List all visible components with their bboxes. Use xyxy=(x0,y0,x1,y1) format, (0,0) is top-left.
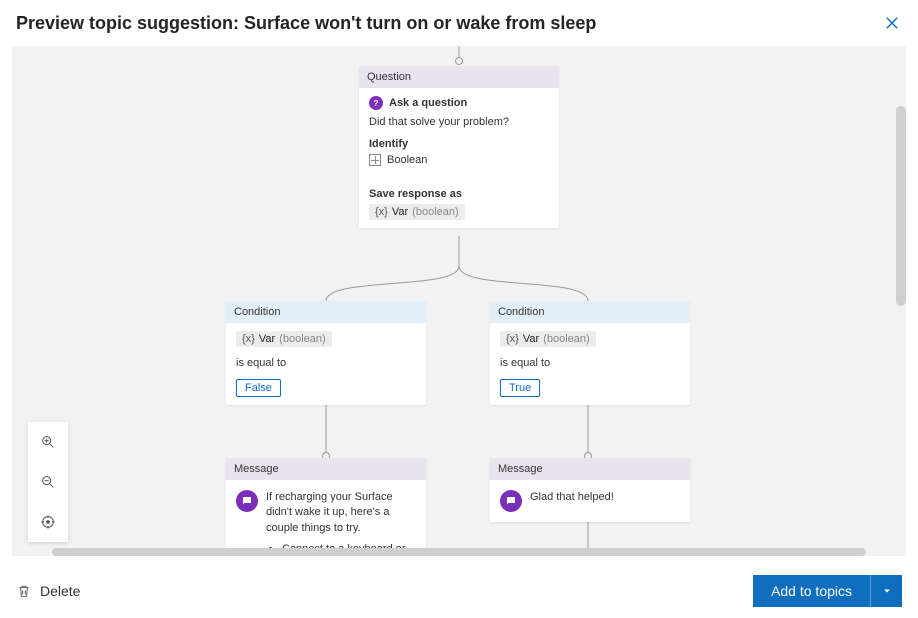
condition-value[interactable]: False xyxy=(236,379,281,397)
question-prompt: Did that solve your problem? xyxy=(369,116,549,128)
identify-type: Boolean xyxy=(387,154,427,166)
condition-operator: is equal to xyxy=(236,357,416,369)
zoom-toolbar xyxy=(28,422,68,542)
variable-type: (boolean) xyxy=(543,333,589,345)
add-to-topics-split-button: Add to topics xyxy=(753,575,902,607)
variable-chip[interactable]: {x} Var (boolean) xyxy=(369,204,465,220)
delete-label: Delete xyxy=(40,583,80,599)
condition-operator: is equal to xyxy=(500,357,680,369)
message-node-false[interactable]: Message If recharging your Surface didn'… xyxy=(226,458,426,556)
connector-dot xyxy=(455,57,463,65)
variable-name: Var xyxy=(259,333,275,345)
condition-body: {x} Var (boolean) is equal to True xyxy=(490,323,690,405)
message-text: If recharging your Surface didn't wake i… xyxy=(266,490,416,556)
condition-node-false[interactable]: Condition {x} Var (boolean) is equal to … xyxy=(226,301,426,405)
boolean-type-icon xyxy=(369,154,381,166)
horizontal-scrollbar[interactable] xyxy=(52,548,866,556)
add-to-topics-button[interactable]: Add to topics xyxy=(753,575,870,607)
variable-type: (boolean) xyxy=(279,333,325,345)
flow-canvas[interactable]: Question ? Ask a question Did that solve… xyxy=(12,46,906,556)
fit-view-button[interactable] xyxy=(28,502,68,542)
variable-type: (boolean) xyxy=(412,206,458,218)
chevron-down-icon xyxy=(881,585,893,597)
message-body: Glad that helped! xyxy=(490,480,690,522)
variable-braces-icon: {x} xyxy=(242,333,255,345)
close-button[interactable] xyxy=(882,13,902,33)
condition-value[interactable]: True xyxy=(500,379,540,397)
message-header: Message xyxy=(490,458,690,480)
message-header: Message xyxy=(226,458,426,480)
condition-body: {x} Var (boolean) is equal to False xyxy=(226,323,426,405)
trash-icon xyxy=(16,583,32,599)
variable-braces-icon: {x} xyxy=(506,333,519,345)
zoom-in-button[interactable] xyxy=(28,422,68,462)
condition-header: Condition xyxy=(490,301,690,323)
ask-question-label: Ask a question xyxy=(389,97,467,109)
variable-name: Var xyxy=(392,206,408,218)
add-to-topics-chevron[interactable] xyxy=(870,575,902,607)
question-icon: ? xyxy=(369,96,383,110)
condition-node-true[interactable]: Condition {x} Var (boolean) is equal to … xyxy=(490,301,690,405)
delete-button[interactable]: Delete xyxy=(16,583,80,599)
variable-chip[interactable]: {x} Var (boolean) xyxy=(236,331,332,347)
vertical-scrollbar[interactable] xyxy=(896,106,906,306)
message-node-true[interactable]: Message Glad that helped! xyxy=(490,458,690,522)
dialog-header: Preview topic suggestion: Surface won't … xyxy=(0,0,918,46)
zoom-out-button[interactable] xyxy=(28,462,68,502)
variable-chip[interactable]: {x} Var (boolean) xyxy=(500,331,596,347)
save-response-label: Save response as xyxy=(369,188,549,200)
message-body: If recharging your Surface didn't wake i… xyxy=(226,480,426,556)
identify-label: Identify xyxy=(369,138,549,150)
question-node[interactable]: Question ? Ask a question Did that solve… xyxy=(359,66,559,228)
condition-header: Condition xyxy=(226,301,426,323)
chat-icon xyxy=(236,490,258,512)
variable-braces-icon: {x} xyxy=(375,206,388,218)
question-node-header: Question xyxy=(359,66,559,88)
message-text: Glad that helped! xyxy=(530,490,614,505)
dialog-footer: Delete Add to topics xyxy=(0,562,918,618)
variable-name: Var xyxy=(523,333,539,345)
question-node-body: ? Ask a question Did that solve your pro… xyxy=(359,88,559,228)
dialog-title: Preview topic suggestion: Surface won't … xyxy=(16,13,596,34)
chat-icon xyxy=(500,490,522,512)
